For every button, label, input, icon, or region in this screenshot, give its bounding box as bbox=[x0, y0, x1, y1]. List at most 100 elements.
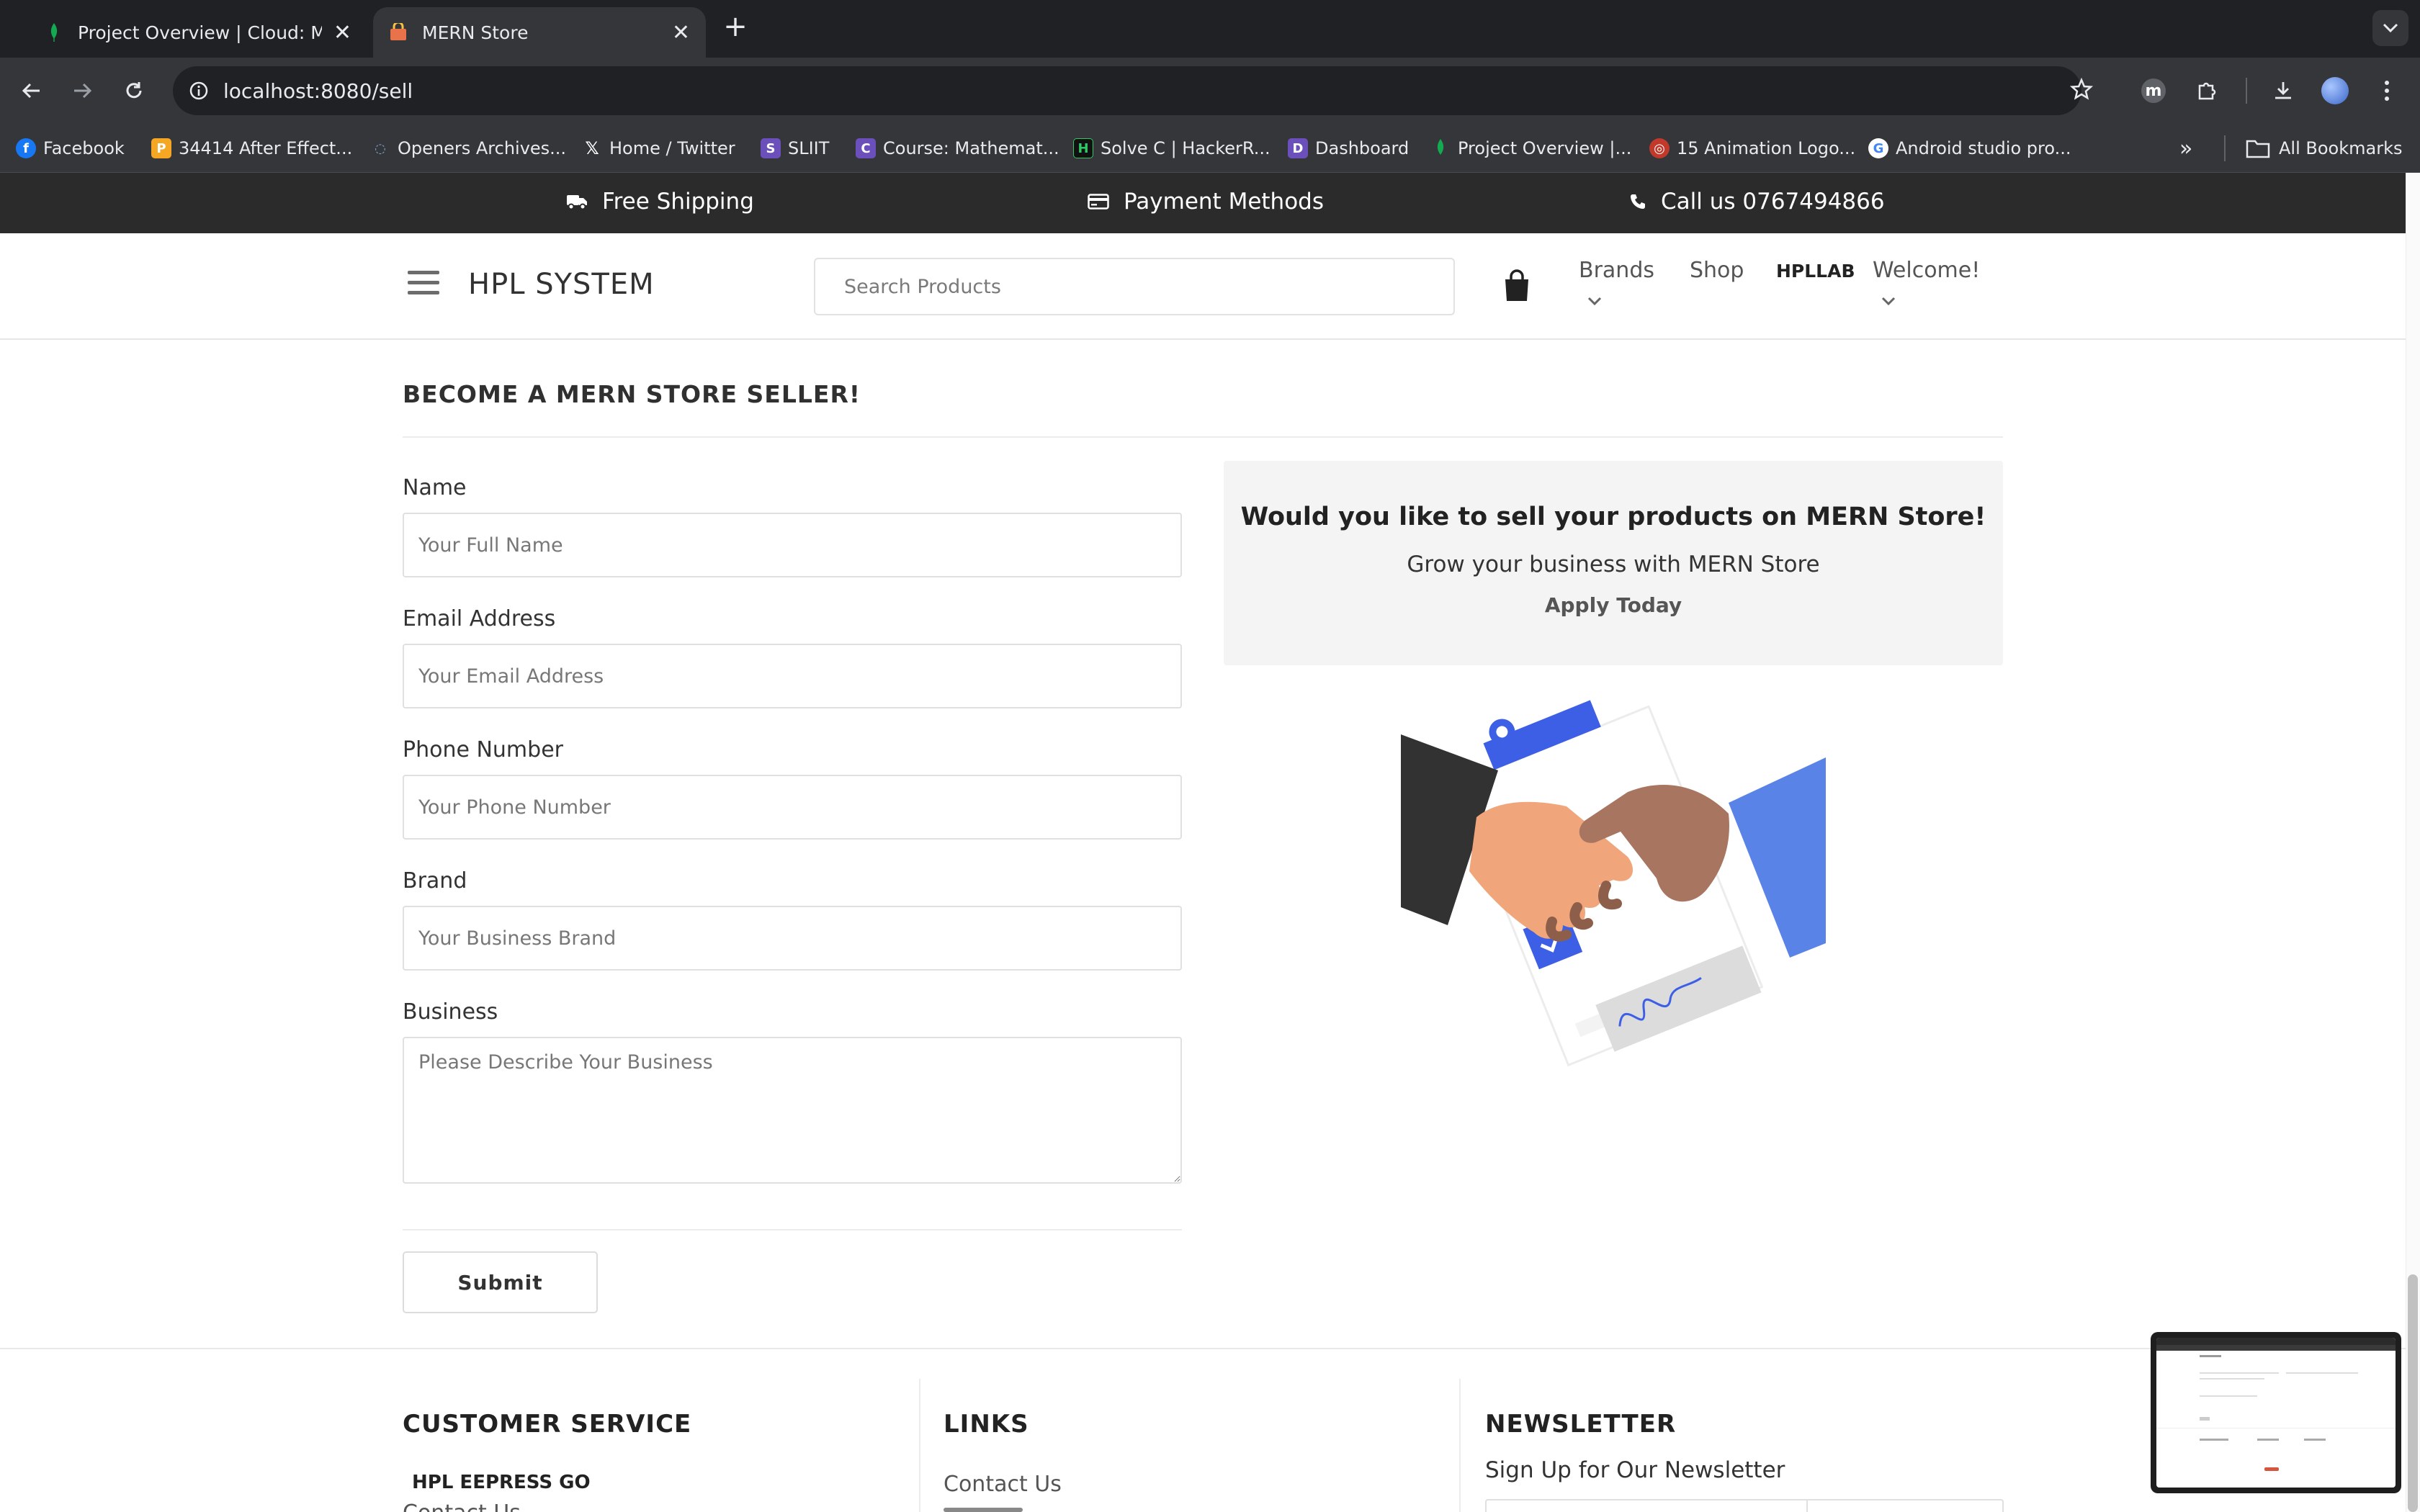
submit-button[interactable]: Submit bbox=[403, 1251, 598, 1313]
bookmark-label: 15 Animation Logo... bbox=[1677, 138, 1856, 158]
bookmark-label: 34414 After Effect... bbox=[179, 138, 353, 158]
openers-icon: ◌ bbox=[375, 140, 386, 156]
footer-link-hpl-express[interactable]: HPL EEPRESS GO bbox=[412, 1472, 591, 1493]
bookmark-project-overview[interactable]: Project Overview |... bbox=[1430, 135, 1631, 161]
more-bookmarks-button[interactable]: » bbox=[2179, 135, 2192, 161]
bookmark-openers[interactable]: ◌ Openers Archives... bbox=[370, 135, 566, 161]
bookmark-dashboard[interactable]: D Dashboard bbox=[1288, 135, 1409, 161]
course-icon: C bbox=[856, 138, 876, 158]
footer-column-divider bbox=[919, 1379, 920, 1512]
tab-mern-store[interactable]: MERN Store ✕ bbox=[373, 7, 706, 58]
chrome-menu-button[interactable] bbox=[2370, 73, 2404, 108]
seller-info-box: Would you like to sell your products on … bbox=[1224, 461, 2003, 665]
bookmark-facebook[interactable]: f Facebook bbox=[16, 135, 125, 161]
nav-brands[interactable]: Brands bbox=[1579, 258, 1654, 283]
site-logo[interactable]: HPL SYSTEM bbox=[468, 268, 655, 301]
business-label: Business bbox=[403, 999, 498, 1025]
hackerrank-icon: H bbox=[1073, 138, 1093, 158]
p-icon: P bbox=[151, 138, 171, 158]
nav-shop[interactable]: Shop bbox=[1690, 258, 1744, 283]
close-tab-icon[interactable]: ✕ bbox=[672, 20, 690, 45]
bookmark-twitter[interactable]: 𝕏 Home / Twitter bbox=[582, 135, 735, 161]
shopping-bag-icon[interactable] bbox=[1502, 269, 1531, 302]
business-textarea[interactable] bbox=[403, 1037, 1182, 1184]
downloads-button[interactable] bbox=[2266, 73, 2300, 108]
browser-toolbar: localhost:8080/sell m bbox=[0, 58, 2420, 124]
close-tab-icon[interactable]: ✕ bbox=[333, 20, 351, 45]
x-icon: 𝕏 bbox=[585, 138, 599, 158]
bookmark-label: Project Overview |... bbox=[1458, 138, 1632, 158]
extensions-button[interactable] bbox=[2190, 73, 2224, 108]
credit-card-icon bbox=[1088, 194, 1109, 210]
brand-field[interactable] bbox=[403, 906, 1182, 971]
name-label: Name bbox=[403, 475, 467, 500]
tab-project-overview[interactable]: Project Overview | Cloud: Mo ✕ bbox=[29, 7, 367, 58]
tab-title: MERN Store bbox=[422, 22, 529, 43]
tab-title: Project Overview | Cloud: Mo bbox=[78, 22, 322, 43]
bookmark-hackerrank[interactable]: H Solve C | HackerR... bbox=[1073, 135, 1270, 161]
toolbar-divider bbox=[2246, 78, 2247, 104]
divider bbox=[403, 436, 2003, 438]
call-us: Call us 0767494866 bbox=[1629, 189, 1885, 215]
phone-label: Phone Number bbox=[403, 737, 563, 762]
new-tab-button[interactable]: + bbox=[720, 10, 750, 43]
nav-hpllab[interactable]: HPLLAB bbox=[1776, 261, 1855, 282]
all-bookmarks-button[interactable]: All Bookmarks bbox=[2246, 135, 2402, 161]
newsletter-email-input[interactable] bbox=[1485, 1499, 2004, 1512]
bookmarks-bar: f Facebook P 34414 After Effect... ◌ Ope… bbox=[0, 124, 2420, 173]
footer-link-contact-us[interactable]: Contact Us bbox=[403, 1500, 521, 1512]
bookmark-sliit[interactable]: S SLIIT bbox=[761, 135, 829, 161]
email-label: Email Address bbox=[403, 606, 556, 631]
phone-field[interactable] bbox=[403, 775, 1182, 840]
scrollbar-thumb[interactable] bbox=[2408, 1274, 2418, 1512]
name-field[interactable] bbox=[403, 513, 1182, 577]
bookmark-label: SLIIT bbox=[788, 138, 830, 158]
chevron-down-icon bbox=[1881, 297, 1896, 306]
footer-heading-customer-service: CUSTOMER SERVICE bbox=[403, 1410, 692, 1439]
store-icon bbox=[389, 23, 408, 42]
apply-today-text: Apply Today bbox=[1544, 593, 1682, 617]
truck-icon bbox=[567, 195, 587, 210]
newsletter-subtitle: Sign Up for Our Newsletter bbox=[1485, 1457, 1785, 1483]
kebab-menu-icon bbox=[2385, 81, 2389, 101]
bookmark-animation-logo[interactable]: ◎ 15 Animation Logo... bbox=[1649, 135, 1855, 161]
footer-link-contact-us[interactable]: Contact Us bbox=[944, 1472, 1062, 1497]
bookmark-star-button[interactable] bbox=[2064, 72, 2099, 107]
picture-in-picture-window[interactable] bbox=[2151, 1332, 2401, 1493]
payment-methods-text: Payment Methods bbox=[1124, 189, 1324, 215]
handshake-illustration bbox=[1401, 700, 1826, 1067]
payment-methods: Payment Methods bbox=[1088, 189, 1324, 215]
dashboard-icon: D bbox=[1288, 138, 1308, 158]
search-input[interactable] bbox=[814, 258, 1455, 315]
tab-search-button[interactable] bbox=[2372, 10, 2408, 46]
back-button[interactable] bbox=[14, 73, 49, 108]
nav-welcome[interactable]: Welcome! bbox=[1873, 258, 1980, 283]
free-shipping: Free Shipping bbox=[566, 189, 754, 215]
sliit-icon: S bbox=[761, 138, 781, 158]
promo-bar: Free Shipping Payment Methods Call us 07… bbox=[0, 173, 2406, 233]
reload-button[interactable] bbox=[117, 73, 151, 108]
page-title: BECOME A MERN STORE SELLER! bbox=[403, 380, 861, 408]
email-field[interactable] bbox=[403, 644, 1182, 708]
animation-icon: ◎ bbox=[1649, 138, 1670, 158]
footer-link-partial[interactable] bbox=[944, 1508, 1023, 1512]
address-bar[interactable]: localhost:8080/sell bbox=[173, 66, 2081, 115]
mongodb-icon bbox=[1430, 138, 1451, 158]
bookmarks-divider bbox=[2224, 135, 2226, 161]
account-avatar-button[interactable] bbox=[2318, 73, 2352, 108]
folder-icon bbox=[2246, 140, 2270, 158]
newsletter-input-separator bbox=[1806, 1499, 1808, 1512]
site-info-icon[interactable] bbox=[189, 81, 209, 101]
url-text: localhost:8080/sell bbox=[223, 78, 413, 103]
profile-m-button[interactable]: m bbox=[2136, 73, 2171, 108]
forward-button[interactable] bbox=[65, 73, 99, 108]
arrow-right-icon bbox=[74, 83, 92, 99]
pip-preview bbox=[2156, 1338, 2396, 1488]
bookmark-course[interactable]: C Course: Mathemat... bbox=[856, 135, 1059, 161]
bookmark-android-studio[interactable]: G Android studio pro... bbox=[1868, 135, 2071, 161]
info-subtext: Grow your business with MERN Store bbox=[1407, 552, 1820, 577]
bookmark-label: Course: Mathemat... bbox=[883, 138, 1059, 158]
bookmark-label: Openers Archives... bbox=[398, 138, 567, 158]
bookmark-after-effects[interactable]: P 34414 After Effect... bbox=[151, 135, 352, 161]
menu-hamburger-icon[interactable] bbox=[408, 271, 439, 300]
